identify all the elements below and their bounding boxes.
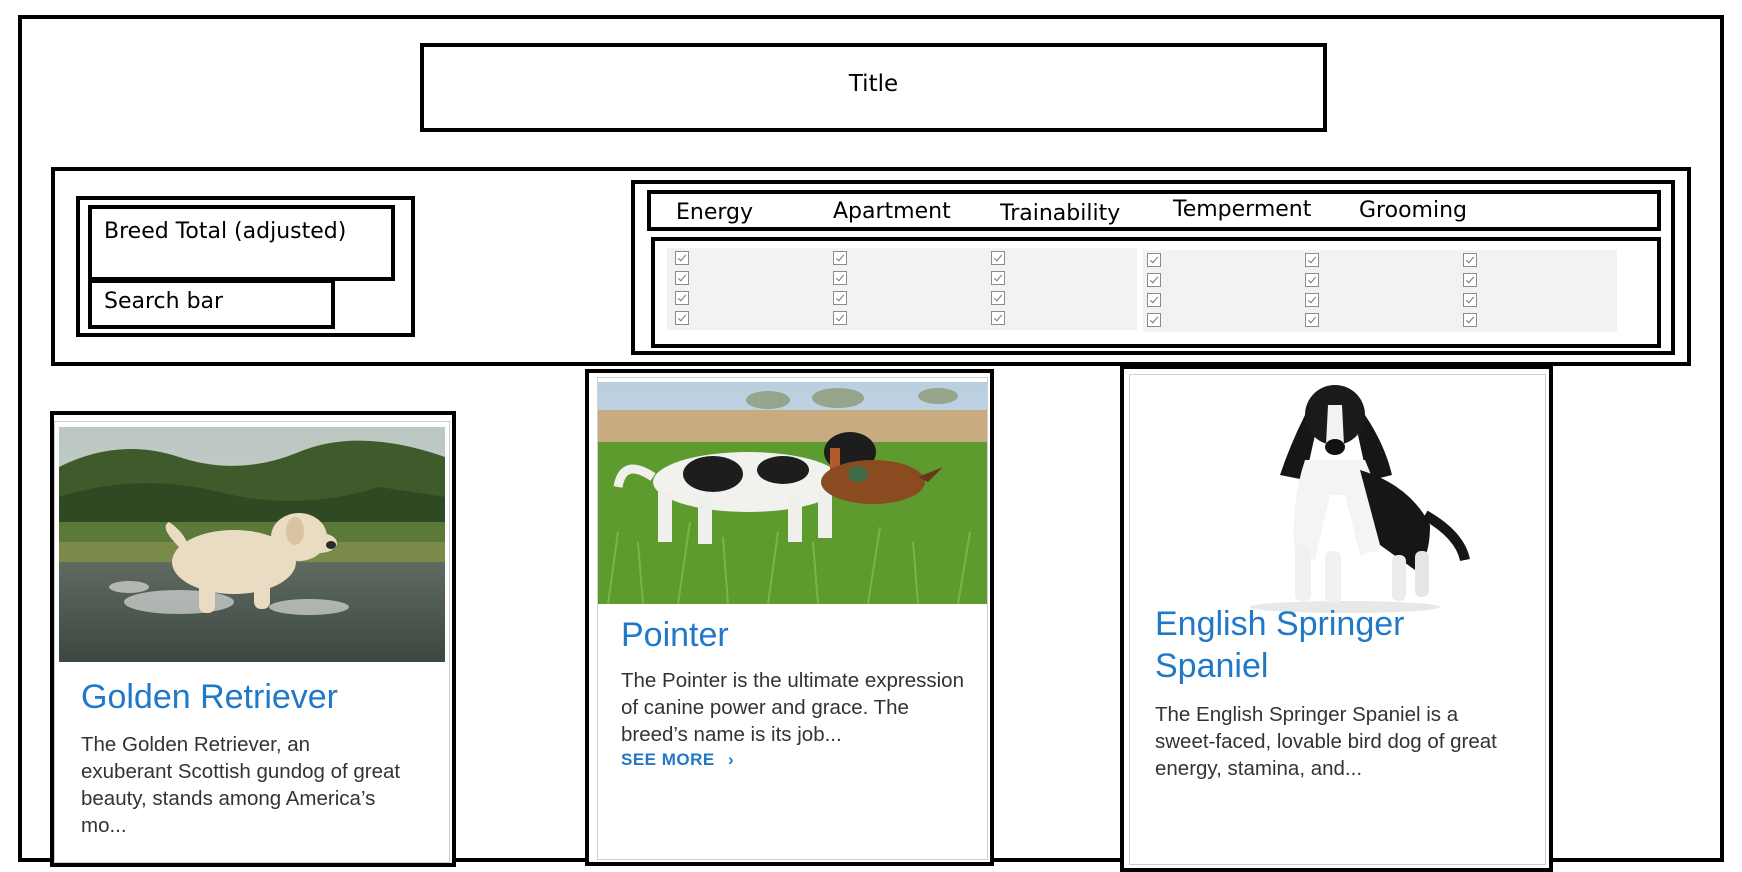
breed-card-english-springer-spaniel[interactable]: English Springer Spaniel The English Spr… (1120, 365, 1553, 872)
checkbox[interactable] (675, 311, 689, 325)
search-bar-label: Search bar (104, 289, 224, 314)
filter-header-grooming: Grooming (1359, 198, 1467, 223)
checkbox-column-temperment (1147, 253, 1161, 333)
checkbox[interactable] (833, 291, 847, 305)
checkbox[interactable] (675, 291, 689, 305)
card-title[interactable]: English Springer Spaniel (1155, 603, 1485, 687)
breed-card-golden-retriever[interactable]: Golden Retriever The Golden Retriever, a… (50, 411, 456, 867)
checkbox-column-extra (1463, 253, 1477, 333)
filter-header-temperment: Temperment (1173, 197, 1312, 222)
filter-header-energy: Energy (676, 200, 754, 225)
english-springer-spaniel-photo (1130, 375, 1545, 615)
search-bar[interactable]: Search bar (88, 279, 335, 329)
card-content: English Springer Spaniel The English Spr… (1129, 374, 1546, 865)
card-description: The English Springer Spaniel is a sweet-… (1155, 703, 1497, 780)
checkbox-column-grooming (1305, 253, 1319, 333)
checkbox[interactable] (991, 271, 1005, 285)
checkbox[interactable] (1305, 253, 1319, 267)
checkbox[interactable] (1147, 273, 1161, 287)
checkbox[interactable] (991, 311, 1005, 325)
checkbox[interactable] (1463, 253, 1477, 267)
checkbox[interactable] (991, 291, 1005, 305)
checkbox[interactable] (1147, 313, 1161, 327)
checkbox[interactable] (675, 271, 689, 285)
page-frame: Title Breed Total (adjusted) Search bar … (18, 15, 1724, 872)
checkbox-column-apartment (833, 251, 847, 331)
breed-controls-group: Breed Total (adjusted) Search bar (76, 196, 415, 337)
checkbox[interactable] (1147, 293, 1161, 307)
filter-header-trainability: Trainability (1000, 201, 1121, 226)
checkbox-column-energy (675, 251, 689, 331)
checkbox[interactable] (1147, 253, 1161, 267)
checkbox-column-trainability (991, 251, 1005, 331)
filter-group: Energy Apartment Trainability Temperment… (631, 180, 1675, 355)
checkbox[interactable] (833, 271, 847, 285)
card-content: Pointer The Pointer is the ultimate expr… (597, 377, 988, 860)
chevron-right-icon: › (727, 750, 735, 769)
breed-total-box: Breed Total (adjusted) (88, 205, 395, 281)
card-title[interactable]: Pointer (621, 614, 961, 657)
filter-header-row: Energy Apartment Trainability Temperment… (647, 190, 1661, 231)
checkbox-group-left (667, 248, 1137, 330)
page-title: Title (848, 71, 899, 97)
checkbox[interactable] (1305, 273, 1319, 287)
checkbox-group-right (1143, 250, 1617, 332)
checkbox[interactable] (675, 251, 689, 265)
see-more-link[interactable]: SEE MORE › (621, 750, 734, 770)
checkbox[interactable] (1305, 313, 1319, 327)
card-content: Golden Retriever The Golden Retriever, a… (54, 421, 450, 863)
filter-header-apartment: Apartment (833, 199, 951, 224)
checkbox[interactable] (833, 251, 847, 265)
card-title[interactable]: Golden Retriever (81, 676, 431, 719)
card-description: The Pointer is the ultimate expression o… (621, 669, 964, 746)
breed-card-pointer[interactable]: Pointer The Pointer is the ultimate expr… (585, 369, 994, 866)
pointer-photo (598, 382, 987, 604)
breed-total-label: Breed Total (adjusted) (104, 219, 347, 244)
filter-checkbox-area (651, 237, 1661, 348)
see-more-label: SEE MORE (621, 750, 715, 769)
card-description: The Golden Retriever, an exuberant Scott… (81, 733, 401, 837)
golden-retriever-photo (59, 427, 445, 662)
checkbox[interactable] (991, 251, 1005, 265)
checkbox[interactable] (833, 311, 847, 325)
checkbox[interactable] (1463, 293, 1477, 307)
checkbox[interactable] (1463, 313, 1477, 327)
title-box: Title (420, 43, 1327, 132)
checkbox[interactable] (1463, 273, 1477, 287)
control-panel: Breed Total (adjusted) Search bar Energy… (51, 167, 1691, 366)
checkbox[interactable] (1305, 293, 1319, 307)
